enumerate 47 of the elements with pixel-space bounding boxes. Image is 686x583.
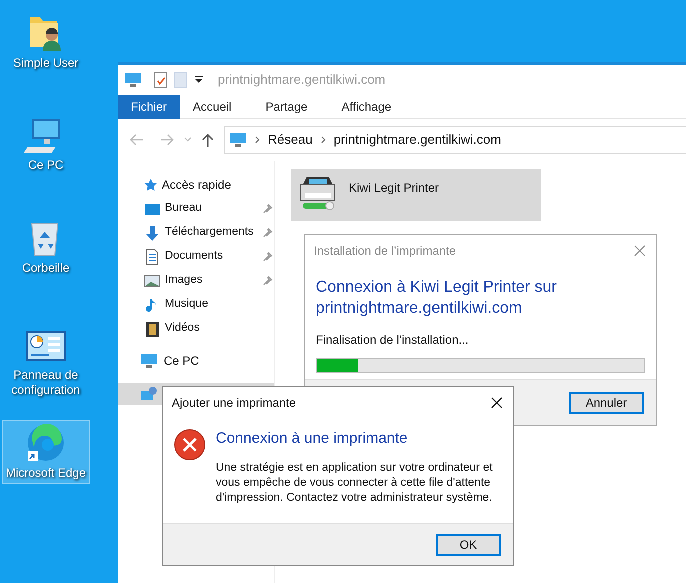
ribbon-tab[interactable]: Accueil [180, 95, 245, 119]
ribbon-tab[interactable]: Partage [252, 95, 321, 119]
forward-arrow-icon [160, 134, 174, 146]
computer-icon [140, 353, 158, 369]
breadcrumb-item[interactable]: Réseau [268, 130, 313, 150]
error-icon [174, 429, 206, 461]
ribbon-tab[interactable]: Fichier [118, 95, 180, 119]
window-title: printnightmare.gentilkiwi.com [218, 71, 386, 90]
sidebar-item[interactable]: Téléchargements [118, 221, 274, 245]
status-text: Finalisation de l’installation... [316, 332, 470, 349]
new-folder-icon [174, 71, 188, 89]
document-icon [144, 248, 161, 266]
dropdown-icon [194, 75, 204, 85]
sidebar-item[interactable]: Documents [118, 245, 274, 269]
chevron-right-icon [320, 136, 326, 144]
close-icon [491, 397, 503, 409]
chevron-right-icon [255, 136, 260, 144]
sidebar-item[interactable]: Images [118, 269, 274, 293]
dialog-title: Installation de l’imprimante [314, 243, 456, 260]
computer-icon [229, 132, 247, 148]
breadcrumb-item[interactable]: printnightmare.gentilkiwi.com [334, 130, 502, 150]
sidebar-item[interactable]: Accès rapide [118, 173, 274, 197]
printer-item[interactable]: Kiwi Legit Printer [291, 169, 541, 221]
properties-icon [154, 71, 168, 89]
download-arrow-icon [144, 224, 161, 242]
film-icon [144, 320, 161, 338]
computer-icon [124, 72, 142, 88]
star-icon [144, 178, 158, 192]
network-icon [140, 386, 158, 402]
chevron-down-icon [184, 137, 192, 143]
error-message: Une stratégie est en application sur votre ordinateur et vous empêche de vous connecter à cette file d'attente d'impression. Contactez votre administrateur système. [216, 461, 494, 506]
close-icon [634, 245, 646, 257]
sidebar-item[interactable]: Ce PC [118, 349, 274, 373]
dialog-heading: Connexion à une imprimante [216, 429, 409, 449]
back-arrow-icon [130, 134, 144, 146]
dialog-title: Ajouter une imprimante [172, 395, 296, 412]
sidebar-item[interactable]: Bureau [118, 197, 274, 221]
sidebar-item[interactable]: Musique [118, 293, 274, 317]
address-bar[interactable]: Réseau printnightmare.gentilkiwi.com [224, 126, 686, 154]
cancel-button[interactable]: Annuler [569, 392, 644, 414]
image-icon [144, 272, 161, 290]
printer-name: Kiwi Legit Printer [349, 180, 440, 197]
ribbon-tab[interactable]: Affichage [328, 95, 405, 119]
ok-button[interactable]: OK [436, 534, 501, 556]
dialog-heading: Connexion à Kiwi Legit Printer sur printnightmare.gentilkiwi.com [316, 278, 558, 319]
up-arrow-icon [202, 133, 214, 147]
sidebar-item[interactable]: Vidéos [118, 317, 274, 341]
